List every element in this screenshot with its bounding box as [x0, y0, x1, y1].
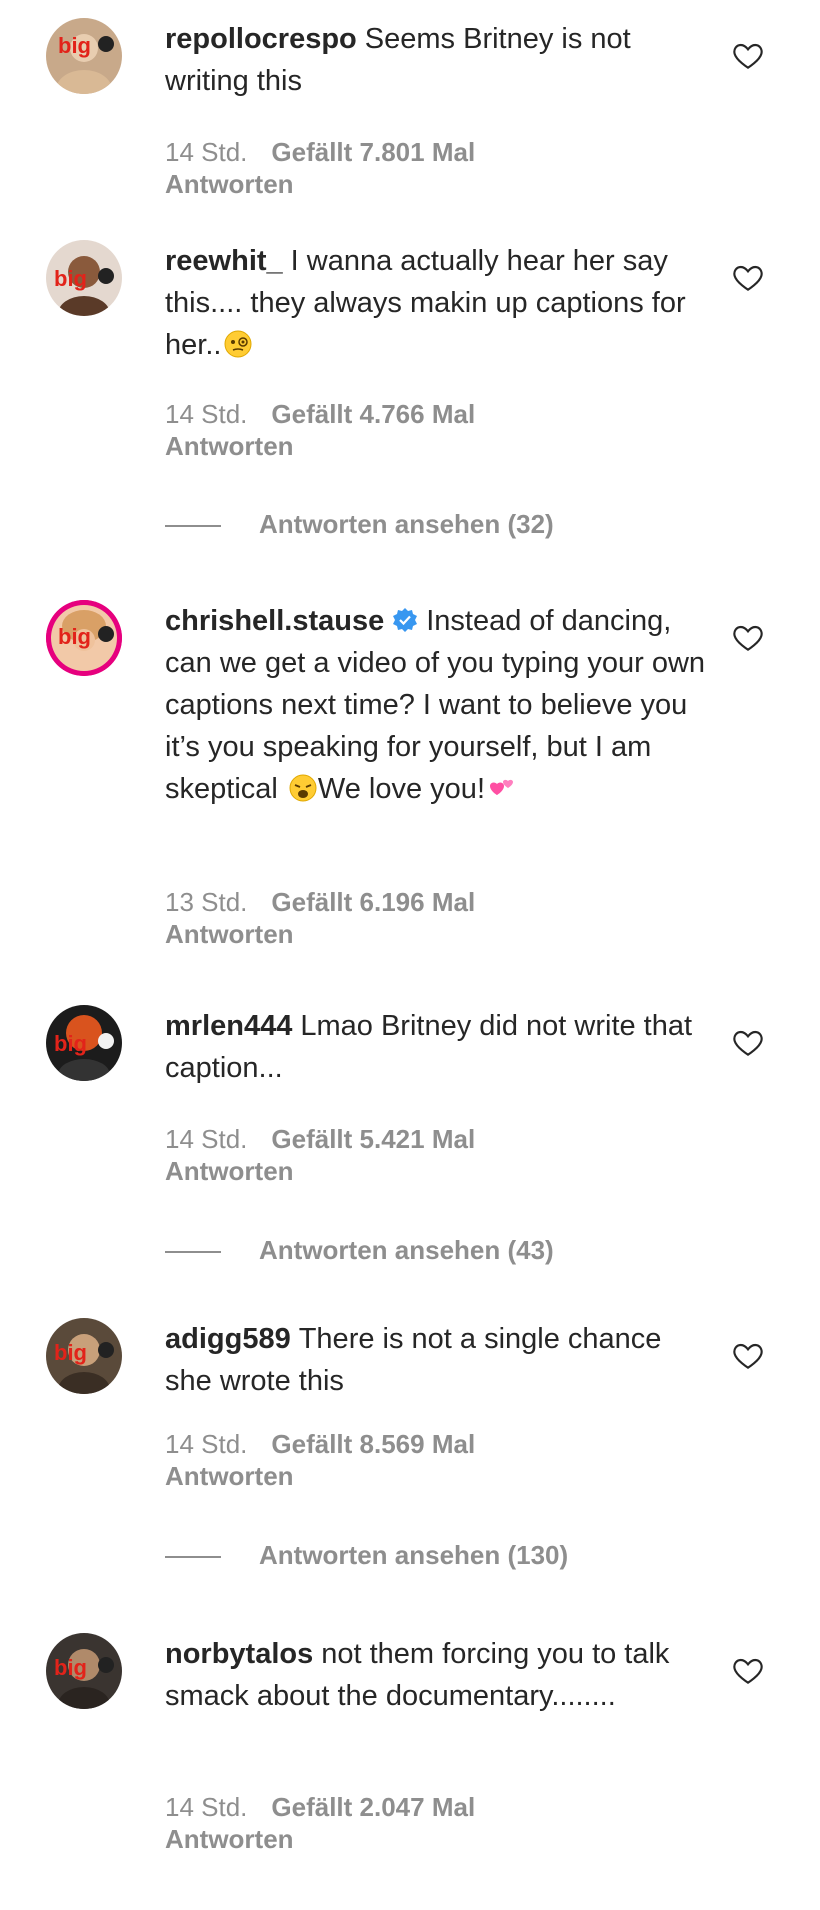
view-replies-button[interactable]: Antworten ansehen (130)	[165, 1539, 568, 1571]
username[interactable]: adigg589	[165, 1323, 291, 1355]
like-count[interactable]: Gefällt 2.047 Mal	[271, 1792, 475, 1822]
reply-button[interactable]: Antworten	[165, 918, 294, 950]
avatar[interactable]: big	[46, 240, 122, 316]
reply-button[interactable]: Antworten	[165, 430, 294, 462]
like-count[interactable]: Gefällt 5.421 Mal	[271, 1124, 475, 1154]
avatar-logo-text: big	[54, 1655, 87, 1680]
comment-body-end: We love you!	[317, 773, 485, 805]
like-heart-icon[interactable]	[732, 262, 764, 292]
face-with-monocle-emoji-icon	[223, 329, 253, 359]
weary-face-emoji-icon	[288, 773, 318, 803]
avatar-logo-text: big	[54, 1031, 87, 1056]
view-replies-button[interactable]: Antworten ansehen (43)	[165, 1234, 554, 1266]
view-replies-label: Antworten ansehen (130)	[259, 1540, 569, 1570]
divider-line	[165, 1556, 221, 1559]
like-count[interactable]: Gefällt 4.766 Mal	[271, 399, 475, 429]
like-count[interactable]: Gefällt 7.801 Mal	[271, 137, 475, 167]
comment-text: adigg589 There is not a single chance she…	[165, 1318, 710, 1402]
two-hearts-emoji-icon	[487, 773, 517, 803]
verified-badge-icon	[392, 607, 418, 633]
comment-time[interactable]: 14 Std.	[165, 137, 247, 167]
username[interactable]: norbytalos	[165, 1638, 313, 1670]
reply-button[interactable]: Antworten	[165, 1823, 294, 1855]
divider-line	[165, 525, 221, 528]
comment-meta: 14 Std. Gefällt 8.569 Mal	[165, 1428, 475, 1460]
reply-button[interactable]: Antworten	[165, 1155, 294, 1187]
comment-meta: 13 Std. Gefällt 6.196 Mal	[165, 886, 475, 918]
comment-meta: 14 Std. Gefällt 4.766 Mal	[165, 398, 475, 430]
comment-time[interactable]: 14 Std.	[165, 1429, 247, 1459]
comment-time[interactable]: 14 Std.	[165, 1792, 247, 1822]
username[interactable]: mrlen444	[165, 1010, 292, 1042]
like-heart-icon[interactable]	[732, 1340, 764, 1370]
comment-time[interactable]: 13 Std.	[165, 887, 247, 917]
comment-meta: 14 Std. Gefällt 5.421 Mal	[165, 1123, 475, 1155]
avatar-logo-text: big	[54, 1340, 87, 1365]
comment-text: repollocrespo Seems Britney is not writin…	[165, 18, 710, 102]
view-replies-label: Antworten ansehen (43)	[259, 1235, 554, 1265]
avatar[interactable]: big	[46, 1633, 122, 1709]
avatar[interactable]: big	[46, 1005, 122, 1081]
comment-meta: 14 Std. Gefällt 7.801 Mal	[165, 136, 475, 168]
comment-text: mrlen444 Lmao Britney did not write that …	[165, 1005, 710, 1089]
avatar-logo-text: big	[54, 266, 87, 291]
avatar[interactable]: big	[46, 600, 122, 676]
reply-button[interactable]: Antworten	[165, 168, 294, 200]
comment-time[interactable]: 14 Std.	[165, 1124, 247, 1154]
divider-line	[165, 1251, 221, 1254]
avatar-logo-text: big	[58, 33, 91, 58]
comment-meta: 14 Std. Gefällt 2.047 Mal	[165, 1791, 475, 1823]
like-heart-icon[interactable]	[732, 622, 764, 652]
avatar[interactable]: big	[46, 1318, 122, 1394]
username[interactable]: reewhit_	[165, 245, 283, 277]
comment-text: norbytalos not them forcing you to talk s…	[165, 1633, 710, 1717]
like-count[interactable]: Gefällt 6.196 Mal	[271, 887, 475, 917]
avatar[interactable]: big	[46, 18, 122, 94]
username[interactable]: repollocrespo	[165, 23, 357, 55]
comment-time[interactable]: 14 Std.	[165, 399, 247, 429]
avatar-logo-text: big	[58, 624, 91, 649]
reply-button[interactable]: Antworten	[165, 1460, 294, 1492]
view-replies-label: Antworten ansehen (32)	[259, 509, 554, 539]
like-heart-icon[interactable]	[732, 1655, 764, 1685]
username[interactable]: chrishell.stause	[165, 605, 384, 637]
comment-text: chrishell.stause Instead of dancing, can …	[165, 600, 710, 810]
like-heart-icon[interactable]	[732, 1027, 764, 1057]
comment-text: reewhit_ I wanna actually hear her say th…	[165, 240, 710, 366]
like-heart-icon[interactable]	[732, 40, 764, 70]
view-replies-button[interactable]: Antworten ansehen (32)	[165, 508, 554, 540]
like-count[interactable]: Gefällt 8.569 Mal	[271, 1429, 475, 1459]
